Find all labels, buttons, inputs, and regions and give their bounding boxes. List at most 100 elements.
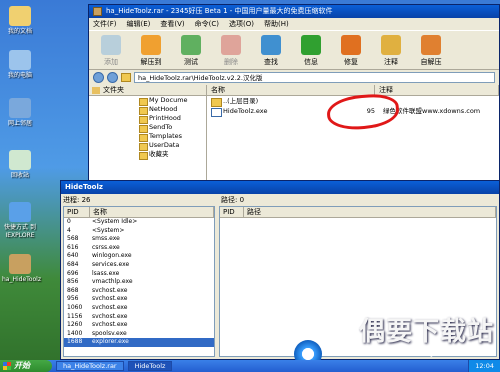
toolbar-button-label: 注释: [384, 58, 398, 66]
process-pid: 640: [67, 252, 79, 260]
tree-item[interactable]: SendTo: [89, 123, 206, 133]
process-pid: 856: [67, 278, 79, 286]
column-pid[interactable]: PID: [220, 207, 244, 217]
taskbar-item-archive[interactable]: ha_HideToolz.rar: [56, 361, 124, 371]
toolbar-button-label: 查找: [264, 58, 278, 66]
forward-icon[interactable]: [107, 71, 118, 83]
file-list-header: 名称 注释: [207, 85, 499, 96]
process-row[interactable]: 568 smss.exe: [64, 235, 214, 244]
process-pid: 1688: [67, 338, 83, 346]
process-name: <System Idle>: [92, 218, 138, 225]
test-icon: [181, 35, 201, 55]
process-row[interactable]: 1688 explorer.exe: [64, 338, 214, 347]
tree-item[interactable]: NetHood: [89, 105, 206, 115]
process-name: svchost.exe: [92, 312, 128, 320]
column-path[interactable]: 路径: [244, 207, 496, 217]
internet-explorer-icon: [9, 202, 31, 222]
watermark-sub-text: ouyaoxiazai.com: [418, 348, 494, 358]
menu-help[interactable]: 帮助(H): [264, 18, 289, 30]
folder-pane-header: 文件夹: [89, 85, 206, 96]
process-row[interactable]: 856 vmacthlp.exe: [64, 278, 214, 287]
toolbar-button[interactable]: 信息: [293, 33, 329, 67]
column-name[interactable]: 名称: [90, 207, 214, 217]
hidden-list-header: PID 路径: [220, 207, 496, 218]
archive-icon: [93, 7, 102, 16]
process-pid: 568: [67, 235, 79, 243]
desktop-icon-recycle-bin[interactable]: 回收站: [2, 150, 38, 180]
toolbar-button[interactable]: 添加: [93, 33, 129, 67]
process-row[interactable]: 1060 svchost.exe: [64, 304, 214, 313]
process-row[interactable]: 616 csrss.exe: [64, 244, 214, 253]
toolbar-button[interactable]: 测试: [173, 33, 209, 67]
tree-item[interactable]: PrintHood: [89, 114, 206, 124]
toolbar-button-label: 自解压: [420, 58, 442, 66]
menu-file[interactable]: 文件(F): [93, 18, 117, 30]
toolbar-button[interactable]: 修复: [333, 33, 369, 67]
desktop-icon-iexplore-shortcut[interactable]: 快捷方式 到 IEXPLORE: [2, 202, 38, 240]
hidetoolz-title-bar[interactable]: HideToolz: [61, 181, 499, 194]
network-icon: [9, 98, 31, 118]
toolbar-button[interactable]: 自解压: [413, 33, 449, 67]
process-list[interactable]: PID 名称 0 <System Idle> 4 <System> 568 smss.ex…: [63, 206, 215, 357]
process-row[interactable]: 696 lsass.exe: [64, 270, 214, 279]
process-name: winlogon.exe: [92, 252, 132, 260]
process-pid: 696: [67, 269, 79, 277]
toolbar: 添加 解压到 测试 删除 查找 信息 修复 注释 自解压: [89, 30, 499, 70]
process-pid: 1060: [67, 303, 83, 311]
process-row[interactable]: 956 svchost.exe: [64, 295, 214, 304]
column-pid[interactable]: PID: [64, 207, 90, 217]
watermark-main-text: 偶要下载站: [358, 317, 494, 347]
toolbar-button-label: 信息: [304, 58, 318, 66]
toolbar-button-label: 删除: [224, 58, 238, 66]
menu-edit[interactable]: 编辑(E): [127, 18, 151, 30]
add-icon: [101, 35, 121, 55]
my-computer-icon: [9, 50, 31, 70]
info-icon: [301, 35, 321, 55]
process-pid: 868: [67, 286, 79, 294]
address-bar: ha_HideToolz.rar\HideToolz.v2.2.汉化版: [89, 70, 499, 84]
desktop-icon-hidetoolz[interactable]: ha_HideToolz: [2, 254, 41, 284]
menu-view[interactable]: 查看(V): [160, 18, 184, 30]
tree-item[interactable]: My Docume: [89, 96, 206, 106]
desktop-icon-my-documents[interactable]: 我的文档: [2, 6, 38, 36]
desktop-icon-label: 我的文档: [7, 28, 32, 35]
process-row[interactable]: 1260 svchost.exe: [64, 321, 214, 330]
process-row[interactable]: 868 svchost.exe: [64, 287, 214, 296]
tree-item[interactable]: 收藏夹: [89, 150, 206, 160]
desktop-icon-network[interactable]: 网上邻居: [2, 98, 38, 128]
address-input[interactable]: ha_HideToolz.rar\HideToolz.v2.2.汉化版: [134, 71, 495, 83]
process-row[interactable]: 640 winlogon.exe: [64, 252, 214, 261]
process-row[interactable]: 684 services.exe: [64, 261, 214, 270]
process-row[interactable]: 4 <System>: [64, 227, 214, 236]
folder-icon: [92, 87, 100, 94]
menu-command[interactable]: 命令(C): [195, 18, 219, 30]
folder-up-icon[interactable]: [121, 72, 131, 82]
toolbar-button[interactable]: 查找: [253, 33, 289, 67]
column-note[interactable]: 注释: [375, 85, 499, 95]
process-row[interactable]: 1156 svchost.exe: [64, 313, 214, 322]
process-name: services.exe: [92, 260, 130, 268]
back-icon[interactable]: [93, 71, 104, 83]
tree-item[interactable]: UserData: [89, 141, 206, 151]
toolbar-button-label: 添加: [104, 58, 118, 66]
process-name: csrss.exe: [92, 243, 120, 251]
toolbar-button[interactable]: 解压到: [133, 33, 169, 67]
start-button[interactable]: 开始: [0, 360, 52, 372]
taskbar-item-hidetoolz[interactable]: HideToolz: [127, 361, 173, 371]
system-tray-clock: 12:04: [468, 360, 500, 372]
toolbar-button[interactable]: 删除: [213, 33, 249, 67]
toolbar-button[interactable]: 注释: [373, 33, 409, 67]
menu-options[interactable]: 选项(O): [229, 18, 254, 30]
sfx-icon: [421, 35, 441, 55]
process-name: svchost.exe: [92, 303, 128, 311]
process-name: smss.exe: [92, 235, 120, 243]
process-name: svchost.exe: [92, 286, 128, 294]
process-row[interactable]: 0 <System Idle>: [64, 218, 214, 227]
process-row[interactable]: 1400 spoolsv.exe: [64, 330, 214, 339]
column-name[interactable]: 名称: [207, 85, 375, 95]
desktop-icon-my-computer[interactable]: 我的电脑: [2, 50, 38, 80]
archive-window-title-bar[interactable]: ha_HideToolz.rar - 2345好压 Beta 1 - 中国用户量…: [89, 5, 499, 18]
tree-item[interactable]: Templates: [89, 132, 206, 142]
process-name: vmacthlp.exe: [92, 278, 133, 286]
process-name: svchost.exe: [92, 295, 128, 303]
